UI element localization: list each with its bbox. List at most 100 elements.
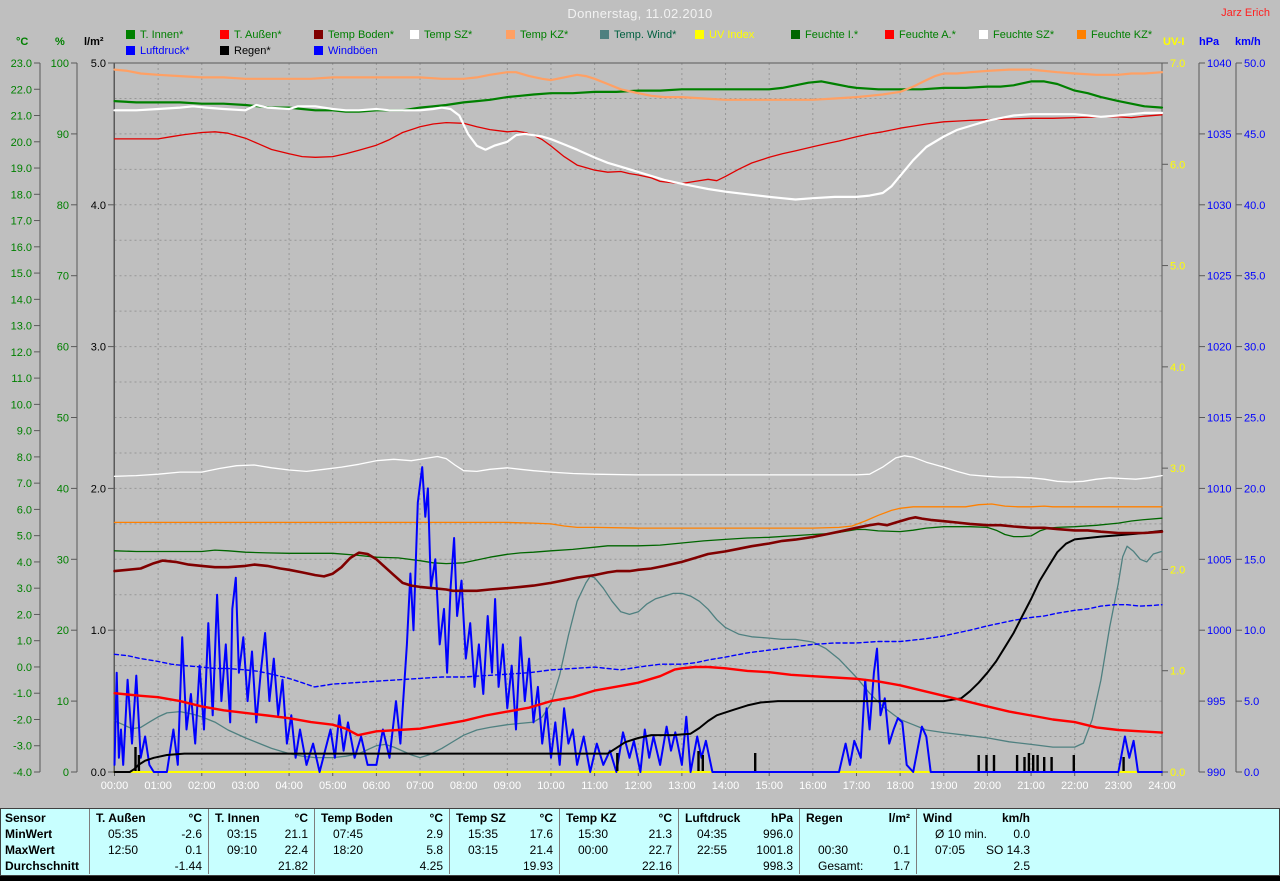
stat-value: SO 14.3: [986, 843, 1030, 857]
axis-tick-label: 1035: [1207, 129, 1231, 141]
stat-cell: 18:205.8: [314, 842, 449, 858]
axis-tick-label: -3.0: [13, 741, 32, 753]
stat-cell: 22:551001.8: [678, 842, 799, 858]
stat-value: 4.25: [420, 859, 443, 873]
stat-value: 17.6: [530, 827, 553, 841]
axis-tick-label: 1000: [1207, 625, 1231, 637]
axis-degC: -4.0-3.0-2.0-1.00.01.02.03.04.05.06.07.0…: [11, 58, 40, 779]
axis-tick-label: 20.0: [1244, 483, 1265, 495]
stat-cell: 998.3: [678, 858, 799, 874]
stat-time: T. Innen: [215, 811, 260, 825]
axis-tick-label: 18.0: [11, 189, 32, 201]
axis-tick-label: 7.0: [1170, 58, 1185, 70]
stat-value: 0.0: [1013, 827, 1030, 841]
x-axis: 00:0001:0002:0003:0004:0005:0006:0007:00…: [101, 772, 1176, 792]
axis-tick-label: 40.0: [1244, 200, 1265, 212]
stat-value: 19.93: [523, 859, 553, 873]
stat-cell: 15:35 17.6: [449, 826, 559, 842]
stat-time: 15:30: [566, 827, 608, 841]
stat-value: 2.5: [1013, 859, 1030, 873]
stat-cell: Regenl/m²: [799, 809, 916, 826]
hour-label: 12:00: [624, 780, 652, 792]
stat-value: -1.44: [175, 859, 202, 873]
hour-label: 08:00: [450, 780, 478, 792]
axis-tick-label: -4.0: [13, 767, 32, 779]
stat-row-header: MinWert: [1, 826, 89, 842]
axis-uv: 0.01.02.03.04.05.06.07.0: [1162, 58, 1185, 779]
stat-value: °C: [430, 811, 443, 825]
axis-tick-label: 10: [57, 696, 69, 708]
hour-label: 21:00: [1017, 780, 1045, 792]
axis-tick-label: 6.0: [17, 504, 32, 516]
stat-cell: [799, 826, 916, 842]
gridlines: [115, 63, 1163, 772]
hour-label: 15:00: [755, 780, 783, 792]
axis-tick-label: 22.0: [11, 84, 32, 96]
stat-time: Gesamt:: [806, 859, 863, 873]
stat-value: °C: [295, 811, 308, 825]
stat-cell: Temp SZ°C: [449, 809, 559, 826]
axis-tick-label: 0: [63, 767, 69, 779]
hour-label: 07:00: [406, 780, 434, 792]
axis-tick-label: 995: [1207, 696, 1225, 708]
axis-tick-label: 1040: [1207, 58, 1231, 70]
stat-value: -2.6: [181, 827, 202, 841]
stat-time: Luftdruck: [685, 811, 740, 825]
stat-time: T. Außen: [96, 811, 146, 825]
stat-time: Ø 10 min.: [923, 827, 987, 841]
stat-filler: [1036, 809, 1279, 826]
axis-tick-label: 10.0: [11, 399, 32, 411]
axis-tick-label: 100: [51, 58, 69, 70]
hour-label: 02:00: [188, 780, 216, 792]
stat-cell: 21.82: [208, 858, 314, 874]
stat-time: Wind: [923, 811, 952, 825]
hour-label: 03:00: [232, 780, 260, 792]
rain-intensity-bars: [134, 747, 1125, 771]
stat-value: 21.4: [530, 843, 553, 857]
stat-time: 15:35: [456, 827, 498, 841]
stats-table: SensorT. Außen°CT. Innen°CTemp Boden°CTe…: [0, 808, 1280, 876]
hour-label: 24:00: [1148, 780, 1176, 792]
stat-cell: T. Außen°C: [89, 809, 208, 826]
axis-tick-label: 20.0: [11, 137, 32, 149]
stat-cell: 05:35-2.6: [89, 826, 208, 842]
axis-tick-label: 70: [57, 271, 69, 283]
axis-tick-label: 3.0: [17, 583, 32, 595]
axis-tick-label: 1015: [1207, 413, 1231, 425]
axis-tick-label: 4.0: [1170, 362, 1185, 374]
axis-tick-label: 1030: [1207, 200, 1231, 212]
stat-value: 21.1: [285, 827, 308, 841]
hour-label: 05:00: [319, 780, 347, 792]
hour-label: 06:00: [363, 780, 391, 792]
stat-time: Temp Boden: [321, 811, 393, 825]
stat-time: 03:15: [456, 843, 498, 857]
axis-tick-label: 0.0: [1170, 767, 1185, 779]
stat-value: 0.1: [185, 843, 202, 857]
stat-time: 22:55: [685, 843, 727, 857]
axis-tick-label: 1005: [1207, 554, 1231, 566]
axis-tick-label: 1020: [1207, 342, 1231, 354]
hour-label: 01:00: [144, 780, 172, 792]
hour-label: 17:00: [843, 780, 871, 792]
stat-cell: 04:35996.0: [678, 826, 799, 842]
stat-filler: [1036, 858, 1279, 874]
stat-cell: 07:05SO 14.3: [916, 842, 1036, 858]
axis-tick-label: 12.0: [11, 347, 32, 359]
stat-cell: 15:3021.3: [559, 826, 678, 842]
stat-cell: 03:15 21.4: [449, 842, 559, 858]
stat-time: 00:00: [566, 843, 608, 857]
stat-value: 2.9: [426, 827, 443, 841]
stat-value: hPa: [771, 811, 793, 825]
axis-tick-label: 80: [57, 200, 69, 212]
stat-cell: 22.16: [559, 858, 678, 874]
stat-value: 998.3: [763, 859, 793, 873]
axis-tick-label: 4.0: [17, 557, 32, 569]
stat-time: 07:45: [321, 827, 363, 841]
axis-tick-label: 23.0: [11, 58, 32, 70]
bottom-strip: [0, 876, 1280, 881]
axis-tick-label: 40: [57, 483, 69, 495]
stat-filler: [1036, 826, 1279, 842]
stat-cell: 4.25: [314, 858, 449, 874]
axis-tick-label: 10.0: [1244, 625, 1265, 637]
hour-label: 19:00: [930, 780, 958, 792]
